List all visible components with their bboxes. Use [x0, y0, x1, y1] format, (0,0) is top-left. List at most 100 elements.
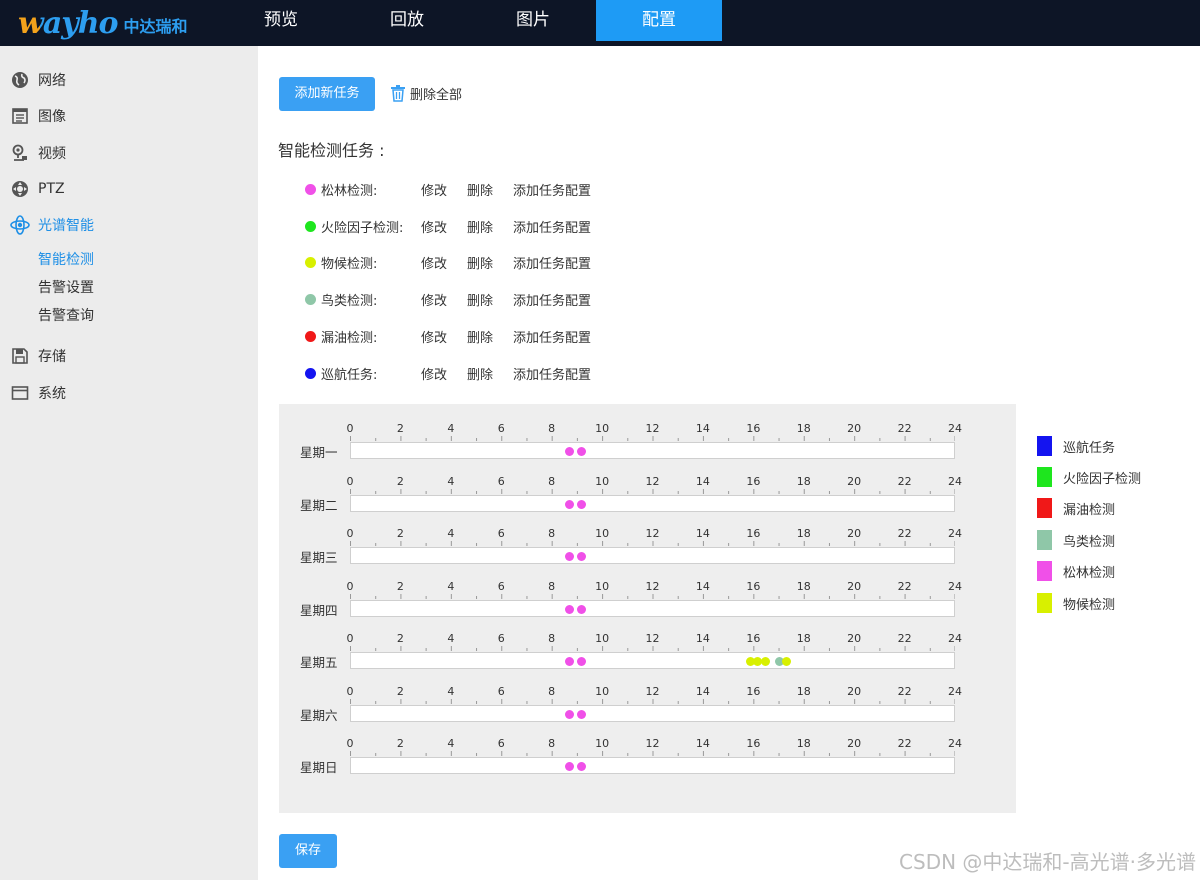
hour-tick-label: 10 — [595, 579, 610, 593]
legend-swatch — [1037, 467, 1052, 487]
day-label: 星期五 — [300, 655, 338, 670]
task-edit-link[interactable]: 修改 — [421, 290, 447, 309]
task-edit-link[interactable]: 修改 — [421, 327, 447, 346]
task-delete-link[interactable]: 删除 — [467, 364, 493, 383]
nav-pictures[interactable]: 图片 — [470, 0, 596, 41]
task-delete-link[interactable]: 删除 — [467, 290, 493, 309]
task-name: 漏油检测: — [321, 330, 378, 346]
hour-tick-label: 0 — [346, 527, 354, 540]
day-timeline-bar[interactable] — [350, 704, 955, 722]
day-label: 星期一 — [300, 445, 338, 460]
sidebar-item-image[interactable]: 图像 — [10, 105, 66, 127]
day-timeline-bar[interactable] — [350, 494, 955, 512]
task-row: 火险因子检测: 修改 删除 添加任务配置 — [305, 216, 591, 236]
legend-item: 巡航任务 — [1037, 436, 1115, 456]
hour-tick-label: 10 — [595, 632, 610, 645]
hour-tick-label: 4 — [447, 422, 455, 435]
hour-tick-label: 12 — [645, 527, 660, 540]
day-timeline-bar[interactable] — [350, 599, 955, 617]
task-add-config-link[interactable]: 添加任务配置 — [513, 253, 591, 272]
top-bar: wayho 中达瑞和 预览 回放 图片 配置 — [0, 0, 1200, 46]
delete-all-button[interactable]: 删除全部 — [390, 84, 462, 103]
schedule-event-marker[interactable] — [752, 657, 762, 666]
task-color-dot — [305, 183, 316, 195]
schedule-event-marker[interactable] — [781, 657, 791, 666]
hour-tick-label: 0 — [346, 632, 354, 645]
schedule-event-marker[interactable] — [564, 604, 574, 614]
hour-tick-label: 12 — [645, 737, 660, 750]
day-timeline-bar[interactable] — [350, 652, 955, 669]
save-button[interactable]: 保存 — [279, 834, 337, 868]
hour-tick-label: 18 — [796, 527, 811, 540]
schedule-event-marker[interactable] — [564, 657, 574, 666]
day-timeline-bar[interactable] — [350, 757, 955, 774]
task-add-config-link[interactable]: 添加任务配置 — [513, 327, 591, 346]
hour-tick-label: 0 — [346, 422, 354, 435]
hour-tick-label: 16 — [746, 527, 761, 540]
legend-swatch — [1037, 593, 1052, 613]
schedule-event-marker[interactable] — [577, 499, 587, 509]
hour-tick-label: 14 — [695, 527, 710, 540]
add-task-button[interactable]: 添加新任务 — [279, 77, 375, 111]
schedule-event-marker[interactable] — [564, 447, 574, 456]
ptz-icon — [10, 179, 30, 199]
task-edit-link[interactable]: 修改 — [421, 253, 447, 272]
task-edit-link[interactable]: 修改 — [421, 180, 447, 199]
schedule-event-marker[interactable] — [564, 762, 574, 771]
task-edit-link[interactable]: 修改 — [421, 217, 447, 236]
sidebar-sub-alarm-query[interactable]: 告警查询 — [38, 305, 94, 325]
hour-tick-label: 6 — [497, 632, 505, 645]
hour-tick-label: 20 — [847, 579, 862, 593]
task-color-dot — [305, 256, 316, 268]
sidebar-sub-smart-detection[interactable]: 智能检测 — [38, 249, 94, 269]
camera-icon — [10, 143, 30, 163]
task-add-config-link[interactable]: 添加任务配置 — [513, 180, 591, 199]
hour-ticks — [350, 751, 955, 756]
hour-tick-label: 18 — [796, 579, 811, 593]
task-delete-link[interactable]: 删除 — [467, 217, 493, 236]
sidebar: 网络 图像 视频 PTZ 光谱智能 智能检测 告警设置 告警查询 存储 系统 — [0, 46, 258, 880]
sidebar-item-storage[interactable]: 存储 — [10, 345, 66, 367]
schedule-event-marker[interactable] — [577, 709, 587, 719]
task-add-config-link[interactable]: 添加任务配置 — [513, 290, 591, 309]
task-name: 松林检测: — [321, 183, 378, 199]
hour-tick-label: 2 — [396, 737, 404, 750]
hour-tick-label: 6 — [497, 474, 505, 488]
task-delete-link[interactable]: 删除 — [467, 253, 493, 272]
hour-tick-label: 8 — [548, 684, 556, 698]
task-edit-link[interactable]: 修改 — [421, 364, 447, 383]
schedule-event-marker[interactable] — [564, 709, 574, 719]
hour-tick-label: 16 — [746, 737, 761, 750]
schedule-event-marker[interactable] — [564, 552, 574, 561]
logo-wordmark: wayho — [18, 5, 119, 41]
task-add-config-link[interactable]: 添加任务配置 — [513, 364, 591, 383]
nav-config[interactable]: 配置 — [596, 0, 722, 41]
hour-tick-label: 8 — [548, 422, 556, 435]
task-delete-link[interactable]: 删除 — [467, 180, 493, 199]
sidebar-item-spectral-ai[interactable]: 光谱智能 — [10, 214, 94, 236]
hour-ticks — [350, 488, 955, 494]
day-timeline-bar[interactable] — [350, 442, 955, 459]
hour-tick-label: 10 — [595, 737, 610, 750]
hour-tick-label: 4 — [447, 684, 455, 698]
task-row: 物候检测: 修改 删除 添加任务配置 — [305, 252, 591, 272]
hour-tick-label: 4 — [447, 474, 455, 488]
task-add-config-link[interactable]: 添加任务配置 — [513, 217, 591, 236]
hour-tick-label: 16 — [746, 684, 761, 698]
sidebar-item-system[interactable]: 系统 — [10, 382, 66, 404]
day-timeline-bar[interactable] — [350, 547, 955, 564]
hour-tick-label: 16 — [746, 474, 761, 488]
schedule-event-marker[interactable] — [564, 499, 574, 509]
hour-tick-label: 20 — [847, 422, 862, 435]
sidebar-item-ptz[interactable]: PTZ — [10, 178, 65, 200]
hour-tick-label: 20 — [847, 527, 862, 540]
hour-tick-label: 24 — [948, 474, 962, 488]
schedule-event-marker[interactable] — [577, 604, 587, 614]
nav-preview[interactable]: 预览 — [218, 0, 344, 41]
nav-playback[interactable]: 回放 — [344, 0, 470, 41]
legend-item: 鸟类检测 — [1037, 530, 1115, 550]
task-delete-link[interactable]: 删除 — [467, 327, 493, 346]
sidebar-item-network[interactable]: 网络 — [10, 69, 66, 91]
sidebar-sub-alarm-settings[interactable]: 告警设置 — [38, 277, 94, 297]
sidebar-item-video[interactable]: 视频 — [10, 142, 66, 164]
